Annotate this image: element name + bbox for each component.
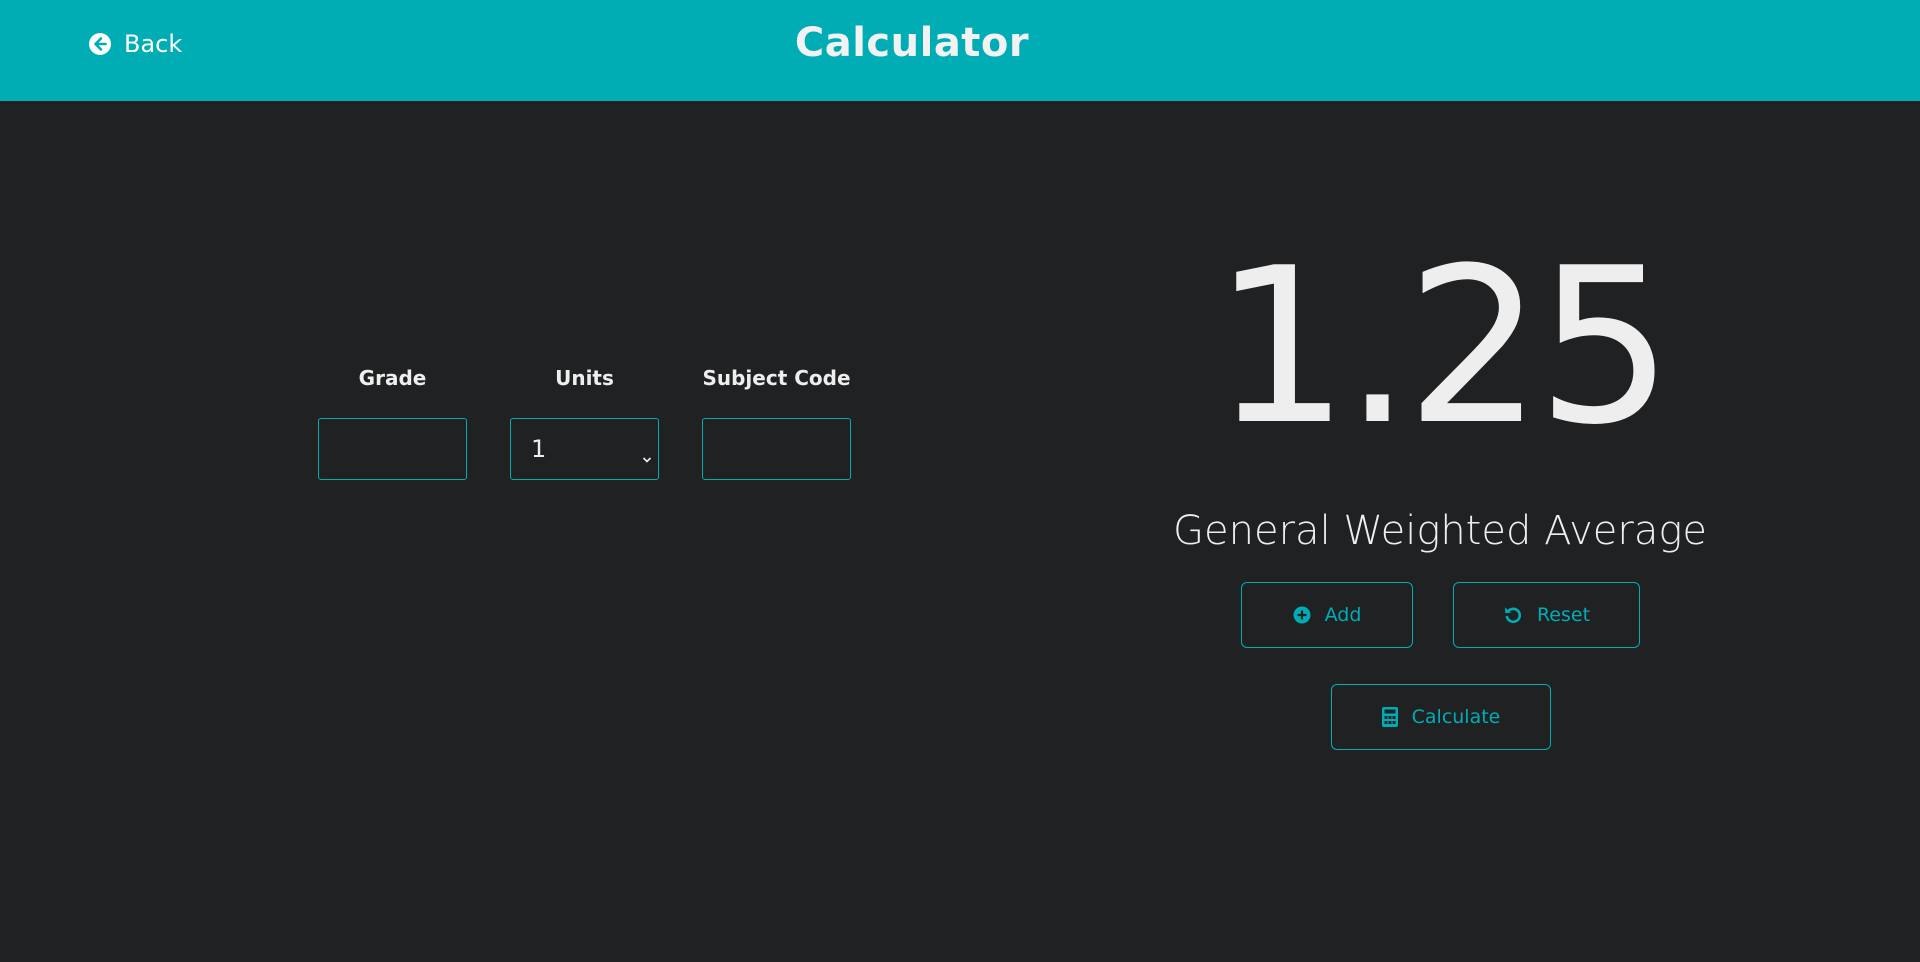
top-bar: Back Calculator [0,0,1920,101]
add-label: Add [1324,604,1362,626]
grade-entry-row: Grade Units 1 Subject Code [318,366,851,480]
grade-field-group: Grade [318,366,467,480]
reset-label: Reset [1536,604,1591,626]
add-button[interactable]: Add [1241,582,1413,648]
page-title: Calculator [794,20,1030,66]
calculate-button[interactable]: Calculate [1331,684,1551,750]
calculator-icon [1381,707,1398,727]
calculate-label: Calculate [1411,706,1501,728]
gwa-value: 1.25 [1212,221,1674,472]
subject-code-label: Subject Code [702,366,851,390]
undo-icon [1503,605,1523,625]
units-field-group: Units 1 [510,366,659,480]
units-label: Units [555,366,614,390]
units-selected-value: 1 [531,435,547,463]
grade-label: Grade [358,366,427,390]
reset-button[interactable]: Reset [1453,582,1640,648]
plus-circle-icon [1293,606,1311,624]
subject-code-field-group: Subject Code [702,366,851,480]
chevron-down-icon [642,443,652,471]
subject-code-input[interactable] [702,418,851,480]
gwa-label: General Weighted Average [1173,508,1707,554]
grade-input[interactable] [318,418,467,480]
units-select[interactable]: 1 [510,418,659,480]
